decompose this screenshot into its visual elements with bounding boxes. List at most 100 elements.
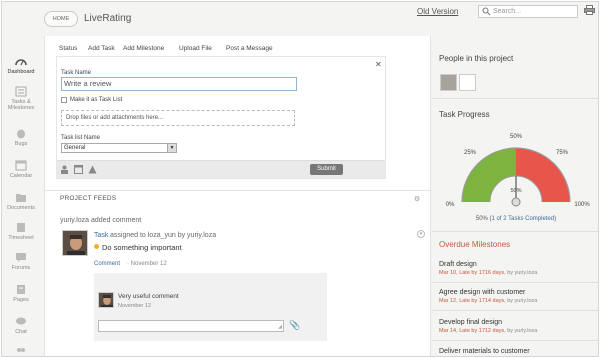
tab-add-milestone[interactable]: Add Milestone <box>123 45 164 52</box>
attachment-drop-zone[interactable]: Drop files or add attachments here... <box>61 110 295 126</box>
nav-label: Timesheet <box>8 235 34 241</box>
task-list-checkbox[interactable] <box>61 97 67 103</box>
nav-documents[interactable]: Documents <box>2 192 40 211</box>
gauge-green-arc <box>462 148 516 202</box>
milestone-item[interactable]: Draft design Mar 10, Late by 1716 days, … <box>439 261 597 276</box>
add-task-form: ✕ Task Name Write a review Make it as Ta… <box>56 56 386 179</box>
user-icon[interactable] <box>60 165 69 174</box>
print-icon[interactable] <box>584 5 595 15</box>
milestone-item[interactable]: Agree design with customer Mar 12, Late … <box>439 289 597 304</box>
people-title: People in this project <box>439 54 514 63</box>
nav-label: Chat <box>15 329 27 335</box>
resize-handle-icon[interactable]: ◢ <box>278 324 282 330</box>
progress-caption-prefix: 50% ( <box>475 216 492 222</box>
task-link[interactable]: Task <box>94 232 108 239</box>
tab-post-message[interactable]: Post a Message <box>226 45 273 52</box>
avatar[interactable] <box>62 230 88 256</box>
avatar[interactable] <box>98 292 114 308</box>
chevron-down-icon[interactable]: ▼ <box>124 15 130 21</box>
divider <box>432 340 598 341</box>
progress-caption: 50% (1 of 2 Tasks Completed) <box>432 216 598 222</box>
nav-chat[interactable]: Chat <box>2 316 40 335</box>
milestone-title[interactable]: Draft design <box>439 261 597 268</box>
nav-dashboard[interactable]: Dashboard <box>2 56 40 75</box>
close-icon[interactable]: ✕ <box>375 60 382 69</box>
task-list-name-label: Task list Name <box>61 135 101 141</box>
avatar[interactable] <box>459 74 476 91</box>
task-assignment-text: assigned to loza_yun by yuriy.loza <box>110 232 217 239</box>
divider <box>432 310 598 311</box>
task-name-input[interactable]: Write a review <box>61 77 297 91</box>
milestone-late: Late by 1712 days, <box>459 328 506 334</box>
gauge-red-arc <box>516 148 570 202</box>
bug-icon <box>17 129 25 139</box>
milestone-item[interactable]: Develop final design Mar 14, Late by 171… <box>439 319 597 334</box>
overdue-milestones-title: Overdue Milestones <box>439 240 511 249</box>
divider <box>432 231 598 232</box>
nav-calendar[interactable]: Calendar <box>2 160 40 179</box>
milestone-owner: by yuriy.loza <box>507 270 538 276</box>
calendar-icon[interactable] <box>74 165 83 174</box>
divider <box>432 282 598 283</box>
task-name[interactable]: Do something important <box>102 243 182 252</box>
progress-caption-suffix: ) <box>554 216 557 222</box>
gauge-label-75: 75% <box>556 150 569 156</box>
nav-timesheet[interactable]: Timesheet <box>2 222 40 241</box>
task-list-selected: General <box>64 145 86 151</box>
milestone-title[interactable]: Agree design with customer <box>439 289 597 296</box>
task-name-label: Task Name <box>61 70 92 76</box>
milestone-item[interactable]: Deliver materials to customer <box>439 348 597 355</box>
collapse-icon[interactable]: ▾ <box>417 230 425 238</box>
milestone-meta: Mar 12, Late by 1714 days, by yuriy.loza <box>439 298 597 304</box>
milestone-owner: by yuriy.loza <box>507 298 538 304</box>
forums-icon <box>16 253 26 262</box>
nav-bugs[interactable]: Bugs <box>2 128 40 147</box>
main-panel: Status Add Task Add Milestone Upload Fil… <box>44 36 432 356</box>
chevron-down-icon[interactable]: ▼ <box>167 144 176 152</box>
milestone-meta: Mar 10, Late by 1716 days, by yuriy.loza <box>439 270 597 276</box>
progress-gauge: 50% 25% 75% 0% 100% 50% <box>446 134 591 208</box>
divider <box>432 98 598 99</box>
milestone-title[interactable]: Develop final design <box>439 319 597 326</box>
gauge-label-25: 25% <box>464 150 477 156</box>
milestone-title[interactable]: Deliver materials to customer <box>439 348 597 355</box>
milestone-late: Late by 1714 days, <box>459 298 506 304</box>
comment-link[interactable]: Comment <box>94 261 120 267</box>
top-bar: HOME LiveRating ▼ Old Version Search... <box>2 2 598 36</box>
avatar[interactable] <box>440 74 457 91</box>
nav-label: Calendar <box>9 173 33 179</box>
gauge-label-100: 100% <box>574 202 590 208</box>
milestone-owner: by yuriy.loza <box>507 328 538 334</box>
people-icon <box>17 348 25 352</box>
nav-label: Pages <box>13 297 29 303</box>
submit-button[interactable]: Submit <box>310 164 343 175</box>
tab-upload-file[interactable]: Upload File <box>179 45 212 52</box>
project-feeds-header: PROJECT FEEDS ⚙ <box>45 190 432 206</box>
status-dot <box>94 244 99 249</box>
task-progress-title: Task Progress <box>439 110 490 119</box>
old-version-link[interactable]: Old Version <box>417 7 458 16</box>
milestone-meta: Mar 14, Late by 1712 days, by yuriy.loza <box>439 328 597 334</box>
progress-caption-link[interactable]: 1 of 2 Tasks Completed <box>492 216 555 222</box>
task-list-select[interactable]: General ▼ <box>61 143 177 153</box>
documents-icon <box>16 194 26 202</box>
nav-people[interactable] <box>2 346 40 356</box>
action-tabs: Status Add Task Add Milestone Upload Fil… <box>45 36 432 58</box>
nav-tasks[interactable]: Tasks & Milestones <box>2 86 40 111</box>
gauge-hub <box>511 197 521 207</box>
tab-add-task[interactable]: Add Task <box>88 45 115 52</box>
nav-forums[interactable]: Forums <box>2 252 40 271</box>
reply-input[interactable]: ◢ <box>98 320 284 332</box>
nav-label: Documents <box>7 205 35 211</box>
search-input[interactable]: Search... <box>478 5 578 18</box>
home-button[interactable]: HOME <box>44 11 78 27</box>
form-footer: Submit <box>57 160 385 178</box>
tab-status[interactable]: Status <box>59 45 77 52</box>
paperclip-icon[interactable]: 📎 <box>289 320 300 331</box>
right-panel: People in this project Task Progress 50%… <box>432 36 598 356</box>
milestone-date: Mar 12, <box>439 298 458 304</box>
comment-timestamp: November 12 <box>118 303 152 309</box>
nav-pages[interactable]: Pages <box>2 284 40 303</box>
warning-icon[interactable] <box>88 165 97 174</box>
gear-icon[interactable]: ⚙ <box>414 195 420 203</box>
